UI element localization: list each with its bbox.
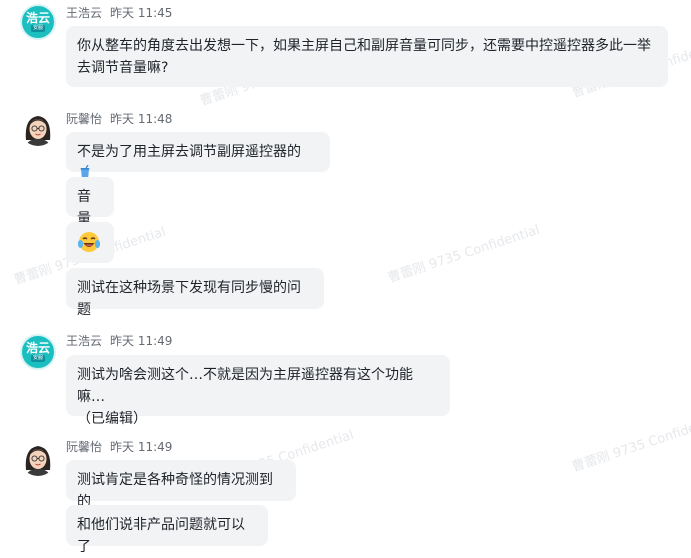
message-text: 测试在这种场景下发现有同步慢的问题 bbox=[77, 280, 301, 318]
avatar-label: 浩云 bbox=[25, 341, 50, 355]
watermark: 曹蕾刚 9735 Confidential bbox=[386, 222, 542, 287]
avatar[interactable]: 浩云 安服 bbox=[20, 4, 56, 40]
sender-name[interactable]: 阮馨怡 bbox=[66, 112, 102, 126]
watermark: 曹蕾刚 9735 Confidential bbox=[570, 411, 691, 476]
laughing-crying-emoji-icon bbox=[77, 230, 101, 261]
message-header: 阮馨怡 昨天 11:49 bbox=[66, 438, 172, 455]
timestamp: 昨天 11:49 bbox=[110, 334, 173, 348]
message-bubble[interactable]: 不是为了用主屏去调节副屏遥控器的 bbox=[66, 132, 330, 179]
message-text: 测试为啥会测这个…不就是因为主屏遥控器有这个功能嘛… bbox=[77, 367, 413, 405]
message-header: 王浩云 昨天 11:45 bbox=[66, 4, 172, 21]
message-bubble[interactable]: 测试为啥会测这个…不就是因为主屏遥控器有这个功能嘛… （已编辑） bbox=[66, 355, 450, 427]
message-bubble[interactable]: 音量 bbox=[66, 177, 114, 227]
message-bubble[interactable]: 测试在这种场景下发现有同步慢的问题 bbox=[66, 268, 324, 318]
avatar[interactable]: 浩云 安服 bbox=[20, 334, 56, 370]
sender-name[interactable]: 王浩云 bbox=[66, 334, 102, 348]
message-header: 王浩云 昨天 11:49 bbox=[66, 332, 172, 349]
sender-name[interactable]: 阮馨怡 bbox=[66, 440, 102, 454]
avatar-tag: 安服 bbox=[30, 25, 45, 32]
message-bubble[interactable]: 和他们说非产品问题就可以了 bbox=[66, 505, 268, 555]
message-text: 不是为了用主屏去调节副屏遥控器的 bbox=[77, 144, 301, 160]
avatar[interactable] bbox=[20, 110, 56, 146]
emoji-bubble[interactable] bbox=[66, 222, 114, 263]
message-text: 你从整车的角度去出发想一下，如果主屏自己和副屏音量可同步，还需要中控遥控器多此一… bbox=[77, 38, 651, 76]
message-header: 阮馨怡 昨天 11:48 bbox=[66, 110, 172, 127]
timestamp: 昨天 11:49 bbox=[110, 440, 173, 454]
message-text: 和他们说非产品问题就可以了 bbox=[77, 517, 245, 555]
edited-label: （已编辑） bbox=[77, 411, 147, 427]
timestamp: 昨天 11:48 bbox=[110, 112, 173, 126]
avatar-label: 浩云 bbox=[25, 11, 50, 25]
message-bubble[interactable]: 你从整车的角度去出发想一下，如果主屏自己和副屏音量可同步，还需要中控遥控器多此一… bbox=[66, 26, 668, 87]
message-bubble[interactable]: 测试肯定是各种奇怪的情况测到的 bbox=[66, 460, 296, 510]
avatar-tag: 安服 bbox=[30, 355, 45, 362]
avatar[interactable] bbox=[20, 440, 56, 476]
timestamp: 昨天 11:45 bbox=[110, 6, 173, 20]
sender-name[interactable]: 王浩云 bbox=[66, 6, 102, 20]
